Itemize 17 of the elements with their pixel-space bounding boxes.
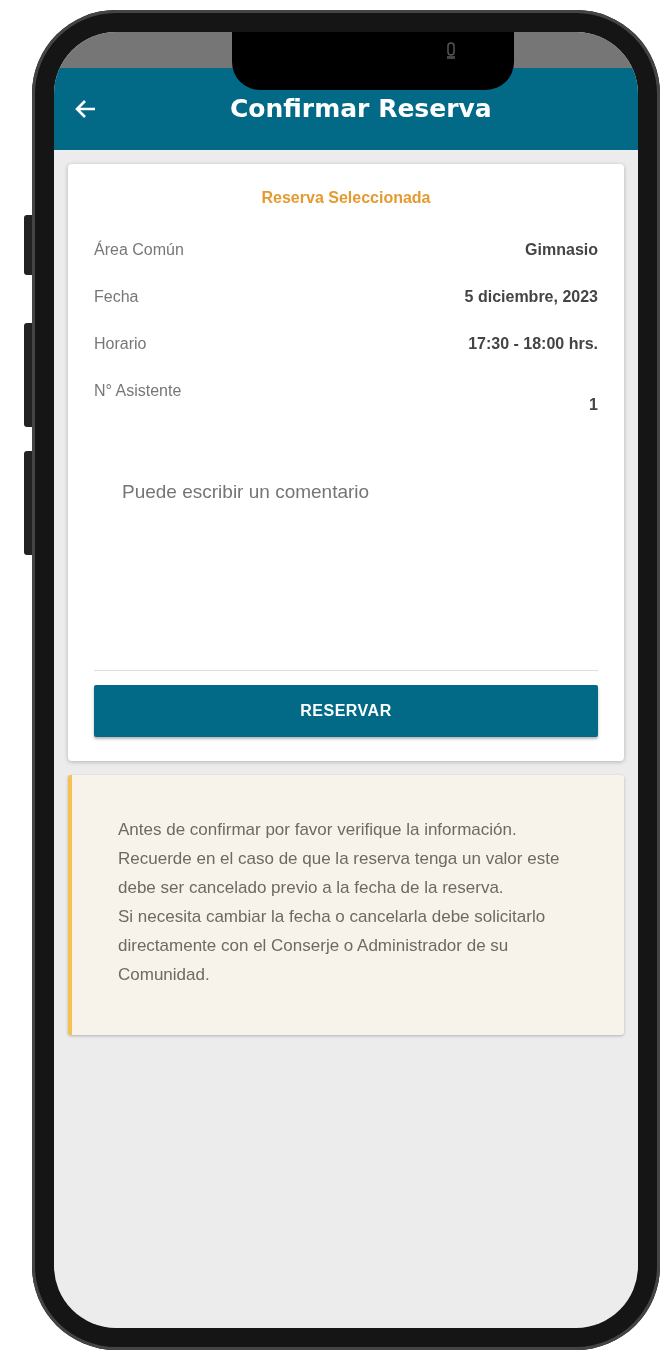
reserve-button[interactable]: RESERVAR — [94, 685, 598, 737]
field-value: 1 — [589, 395, 598, 415]
camera-icon — [446, 42, 456, 60]
field-value: 5 diciembre, 2023 — [464, 287, 598, 307]
back-arrow-icon[interactable] — [74, 99, 96, 119]
notice-text: Si necesita cambiar la fecha o cancelarla debe solicitarlo directamente con el Conserje o Administrador de su Comunidad. — [118, 906, 547, 986]
notice-text: Antes de confirmar por favor verifique la información. — [118, 819, 518, 841]
field-value: 17:30 - 18:00 hrs. — [468, 334, 598, 354]
field-label: Área Común — [94, 239, 184, 260]
field-label: Horario — [94, 334, 147, 354]
screen-title: Confirmar Reserva — [230, 93, 492, 126]
field-label: N° Asistente — [94, 381, 182, 401]
notice-text: Recuerde en el caso de que la reserva tenga un valor este debe ser cancelado previo a la fecha de la reserva. — [118, 848, 561, 899]
field-label: Fecha — [94, 287, 139, 307]
field-value: Gimnasio — [525, 240, 598, 260]
comment-input[interactable]: Puede escribir un comentario — [122, 478, 598, 650]
card-title: Reserva Seleccionada — [260, 188, 432, 208]
